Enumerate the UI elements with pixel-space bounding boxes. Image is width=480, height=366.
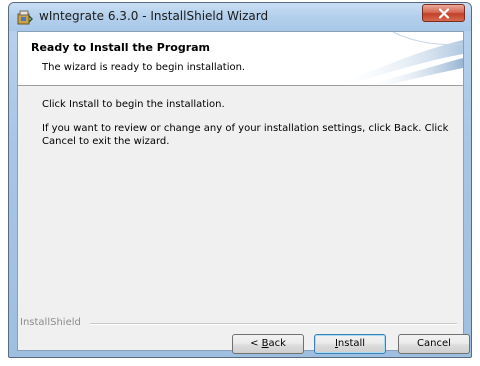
install-label-rest: nstall [337, 338, 366, 349]
close-button[interactable] [422, 4, 465, 22]
back-prefix: < [250, 338, 262, 349]
instruction-text: Click Install to begin the installation. [42, 99, 225, 110]
installshield-brand-label: InstallShield [20, 317, 81, 328]
install-button[interactable]: Install [314, 334, 386, 354]
installer-app-icon [17, 10, 34, 25]
back-accelerator: B [261, 338, 269, 349]
banner-swoosh-graphic [333, 32, 463, 85]
wizard-banner: Ready to Install the Program The wizard … [18, 32, 463, 86]
cancel-button[interactable]: Cancel [398, 334, 470, 354]
review-instruction-text: If you want to review or change any of y… [42, 123, 449, 147]
close-icon [437, 4, 451, 23]
window-title: wIntegrate 6.3.0 - InstallShield Wizard [39, 9, 269, 23]
banner-subtitle: The wizard is ready to begin installatio… [42, 62, 246, 73]
title-bar[interactable]: wIntegrate 6.3.0 - InstallShield Wizard [9, 3, 471, 31]
footer-divider [90, 323, 457, 325]
brand-footer: InstallShield [18, 317, 463, 331]
back-label-rest: ack [268, 338, 286, 349]
banner-title: Ready to Install the Program [31, 41, 211, 54]
wizard-client-area: Ready to Install the Program The wizard … [17, 31, 470, 354]
installer-window: wIntegrate 6.3.0 - InstallShield Wizard [8, 2, 472, 358]
back-button[interactable]: < Back [232, 334, 304, 354]
